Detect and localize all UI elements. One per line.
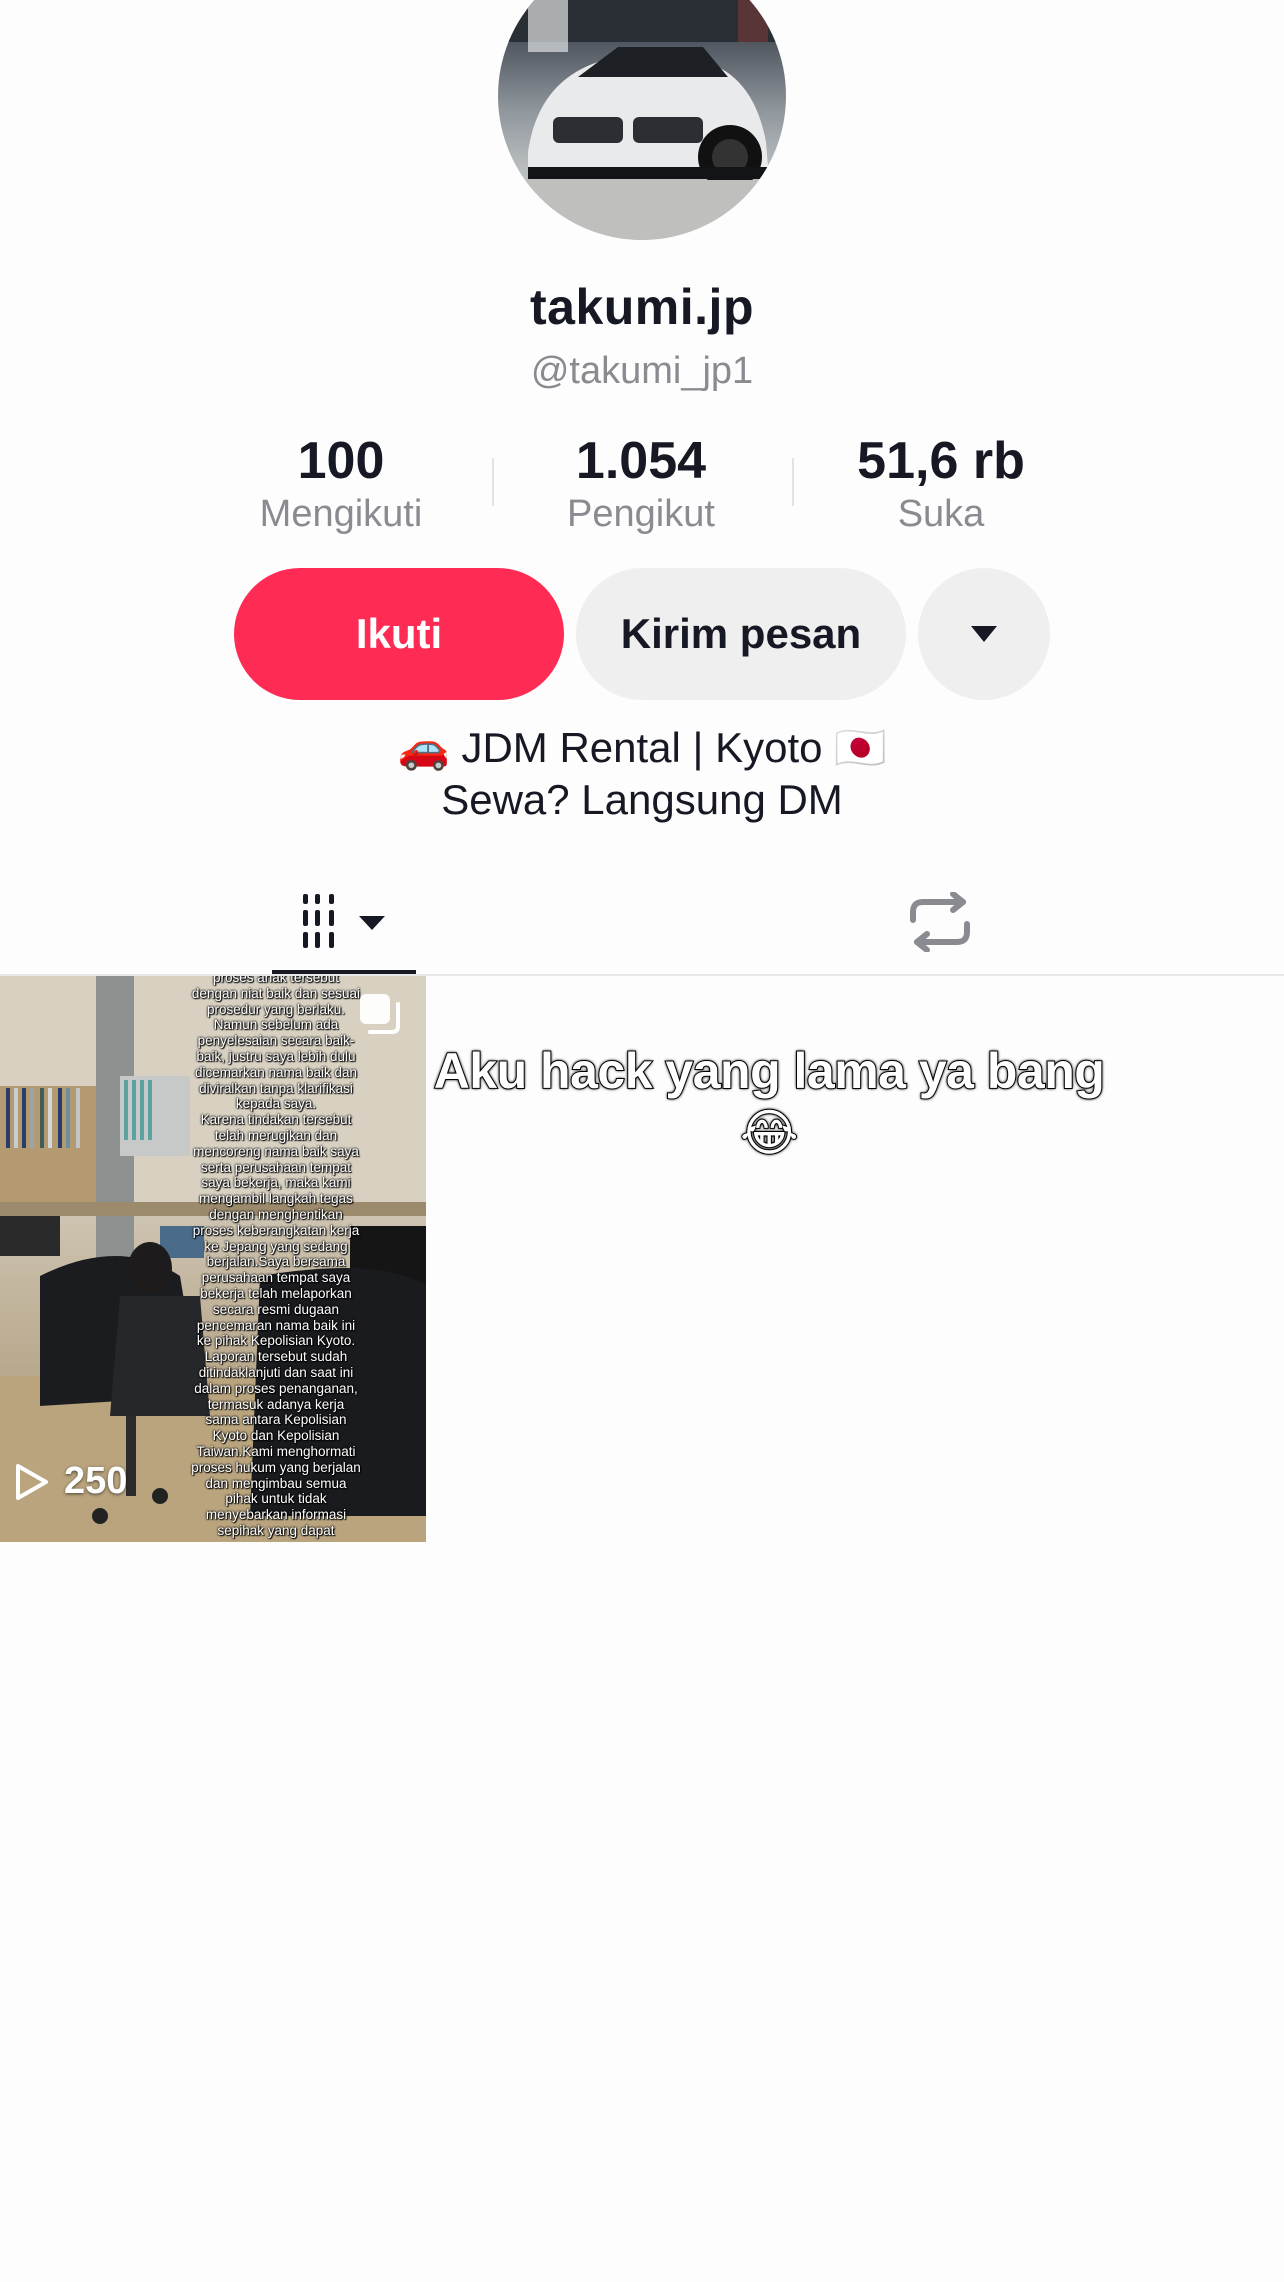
profile-bio: 🚗 JDM Rental | Kyoto 🇯🇵 Sewa? Langsung D…: [0, 722, 1284, 826]
play-count-value: 250: [64, 1460, 128, 1502]
overlay-text: Aku hack yang lama ya bang 😂: [433, 1042, 1106, 1162]
followers-label: Pengikut: [567, 493, 715, 535]
repost-icon: [910, 892, 970, 952]
display-name: takumi.jp: [530, 279, 754, 335]
video-thumbnail[interactable]: proses anak tersebut dengan niat baik da…: [0, 976, 426, 1542]
tab-reposts[interactable]: [880, 870, 1000, 974]
tab-videos[interactable]: [270, 870, 416, 974]
play-icon: [16, 1463, 48, 1500]
message-button[interactable]: Kirim pesan: [576, 568, 906, 700]
bio-line: Sewa? Langsung DM: [441, 776, 843, 823]
stat-following[interactable]: 100 Mengikuti: [211, 430, 471, 536]
play-count: 250: [14, 1460, 127, 1503]
likes-count: 51,6 rb: [857, 432, 1025, 490]
followers-count: 1.054: [575, 432, 707, 490]
more-options-button[interactable]: [918, 568, 1050, 700]
bio-line: 🚗 JDM Rental | Kyoto 🇯🇵: [397, 724, 887, 771]
stat-divider: [792, 458, 794, 506]
stat-followers[interactable]: 1.054 Pengikut: [511, 430, 771, 536]
avatar-car-image: [498, 0, 786, 240]
follow-button[interactable]: Ikuti: [234, 568, 564, 700]
likes-label: Suka: [897, 493, 985, 535]
stat-divider: [492, 458, 494, 506]
stat-likes[interactable]: 51,6 rb Suka: [811, 430, 1071, 536]
following-count: 100: [297, 432, 385, 490]
multi-photo-icon: [358, 992, 402, 1041]
video-caption: proses anak tersebut dengan niat baik da…: [191, 976, 361, 1538]
grid-icon: [303, 894, 385, 948]
username: @takumi_jp1: [530, 350, 754, 392]
caret-down-icon: [971, 626, 997, 642]
profile-avatar[interactable]: [498, 0, 786, 240]
following-label: Mengikuti: [259, 493, 423, 535]
